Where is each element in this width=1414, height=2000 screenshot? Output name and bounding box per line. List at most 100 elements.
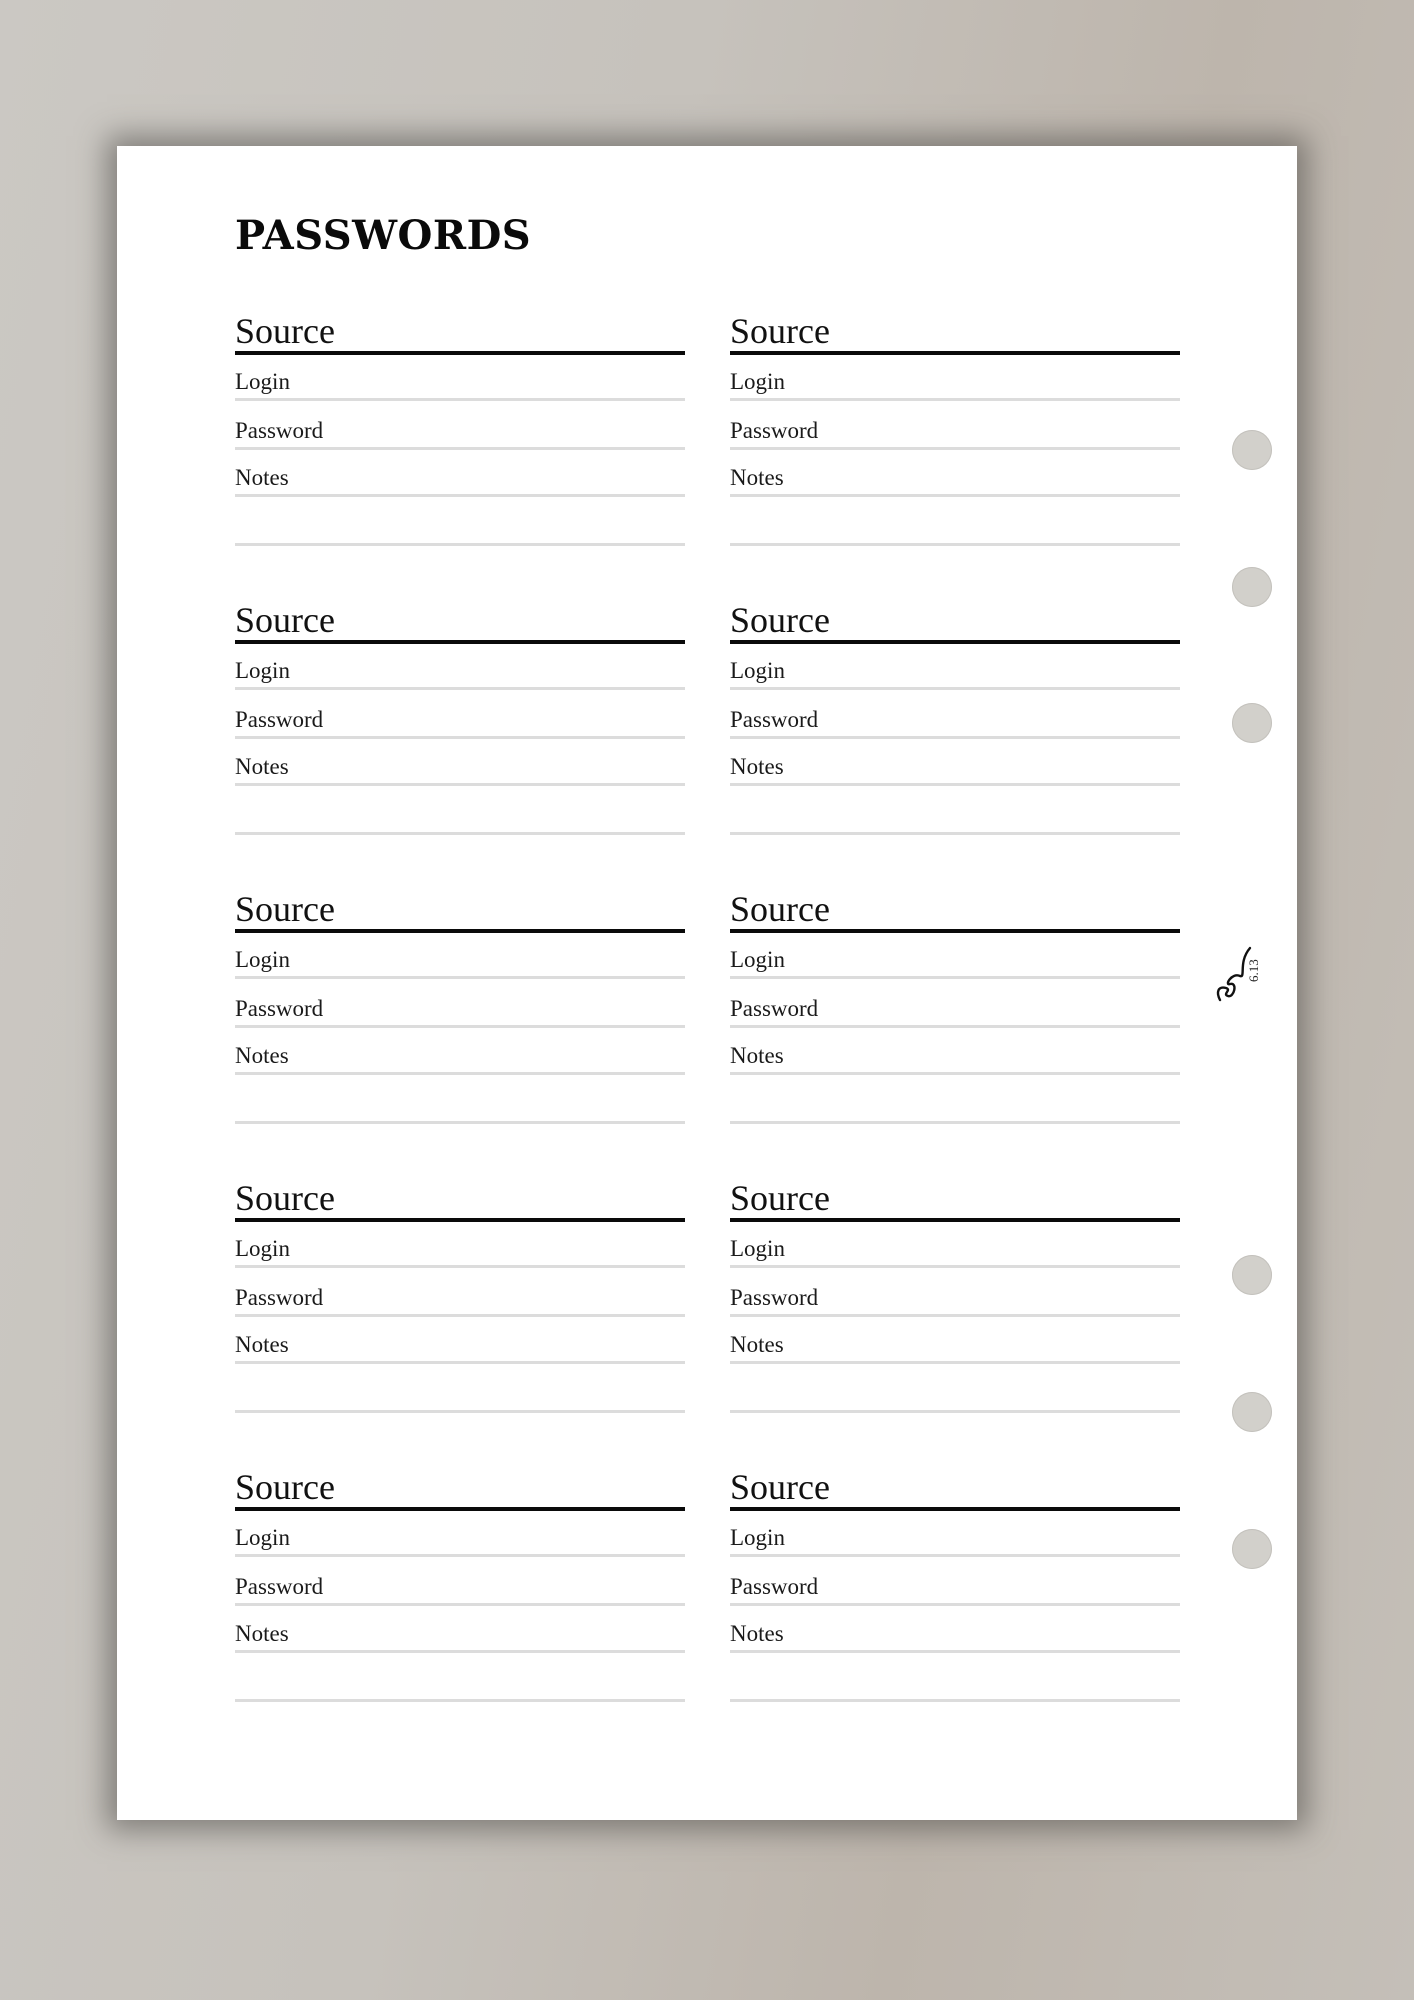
source-rule bbox=[235, 1507, 685, 1511]
field-label: Notes bbox=[730, 1621, 784, 1646]
binder-hole-icon bbox=[1232, 1255, 1272, 1295]
binder-hole-icon bbox=[1232, 1529, 1272, 1569]
field-line-notes[interactable]: Notes bbox=[235, 466, 685, 497]
field-label: Notes bbox=[235, 1332, 289, 1357]
field-line-password[interactable]: Password bbox=[235, 419, 685, 450]
password-entry: Source Login Password Notes bbox=[235, 891, 685, 1131]
field-label: Notes bbox=[235, 754, 289, 779]
field-line-notes[interactable]: Notes bbox=[235, 1622, 685, 1653]
field-line-password[interactable]: Password bbox=[730, 1286, 1180, 1317]
password-entry: Source Login Password Notes bbox=[235, 1180, 685, 1420]
password-entry: Source Login Password Notes bbox=[730, 891, 1180, 1131]
field-line-password[interactable]: Password bbox=[730, 419, 1180, 450]
field-label: Login bbox=[730, 1236, 785, 1261]
field-label: Password bbox=[730, 1574, 819, 1599]
field-label: Login bbox=[730, 947, 785, 972]
page-title: PASSWORDS bbox=[235, 212, 532, 259]
binder-hole-icon bbox=[1232, 703, 1272, 743]
field-line-notes[interactable]: Notes bbox=[235, 1333, 685, 1364]
field-label: Login bbox=[235, 1525, 290, 1550]
source-label: Source bbox=[235, 889, 335, 929]
field-line-login[interactable]: Login bbox=[235, 1526, 685, 1557]
field-line-notes[interactable]: Notes bbox=[235, 1044, 685, 1075]
field-label: Login bbox=[730, 369, 785, 394]
password-entry: Source Login Password Notes bbox=[235, 602, 685, 842]
source-label: Source bbox=[235, 311, 335, 351]
field-line-notes[interactable]: Notes bbox=[730, 1333, 1180, 1364]
field-line-notes[interactable]: Notes bbox=[235, 755, 685, 786]
field-line-blank[interactable] bbox=[730, 1410, 1180, 1413]
field-line-blank[interactable] bbox=[730, 1699, 1180, 1702]
field-line-password[interactable]: Password bbox=[235, 1286, 685, 1317]
source-rule bbox=[730, 351, 1180, 355]
source-rule bbox=[235, 1218, 685, 1222]
field-label: Password bbox=[235, 707, 324, 732]
binder-hole-icon bbox=[1232, 567, 1272, 607]
field-line-login[interactable]: Login bbox=[730, 948, 1180, 979]
source-rule bbox=[730, 1507, 1180, 1511]
password-entry: Source Login Password Notes bbox=[730, 602, 1180, 842]
field-label: Login bbox=[235, 1236, 290, 1261]
field-line-password[interactable]: Password bbox=[235, 1575, 685, 1606]
field-line-blank[interactable] bbox=[235, 543, 685, 546]
field-label: Password bbox=[235, 1574, 324, 1599]
field-line-login[interactable]: Login bbox=[235, 659, 685, 690]
field-label: Password bbox=[730, 418, 819, 443]
binder-hole-icon bbox=[1232, 430, 1272, 470]
field-line-blank[interactable] bbox=[235, 1410, 685, 1413]
field-line-password[interactable]: Password bbox=[730, 997, 1180, 1028]
field-line-login[interactable]: Login bbox=[730, 370, 1180, 401]
password-entry: Source Login Password Notes bbox=[730, 1469, 1180, 1709]
field-line-blank[interactable] bbox=[730, 1121, 1180, 1124]
source-rule bbox=[235, 929, 685, 933]
field-line-notes[interactable]: Notes bbox=[730, 1622, 1180, 1653]
field-label: Password bbox=[235, 418, 324, 443]
field-label: Password bbox=[730, 707, 819, 732]
field-line-login[interactable]: Login bbox=[235, 948, 685, 979]
field-label: Notes bbox=[730, 465, 784, 490]
source-rule bbox=[235, 640, 685, 644]
password-entry: Source Login Password Notes bbox=[730, 1180, 1180, 1420]
field-label: Login bbox=[235, 658, 290, 683]
field-line-password[interactable]: Password bbox=[235, 708, 685, 739]
source-label: Source bbox=[235, 1178, 335, 1218]
field-line-login[interactable]: Login bbox=[235, 1237, 685, 1268]
field-line-blank[interactable] bbox=[235, 1699, 685, 1702]
field-line-password[interactable]: Password bbox=[730, 1575, 1180, 1606]
field-line-blank[interactable] bbox=[730, 832, 1180, 835]
field-line-login[interactable]: Login bbox=[730, 1526, 1180, 1557]
field-label: Notes bbox=[730, 1043, 784, 1068]
field-line-notes[interactable]: Notes bbox=[730, 755, 1180, 786]
field-label: Notes bbox=[235, 465, 289, 490]
source-label: Source bbox=[235, 600, 335, 640]
password-entry: Source Login Password Notes bbox=[235, 313, 685, 553]
field-label: Notes bbox=[730, 1332, 784, 1357]
field-label: Notes bbox=[730, 754, 784, 779]
source-label: Source bbox=[730, 600, 830, 640]
source-rule bbox=[235, 351, 685, 355]
field-line-login[interactable]: Login bbox=[730, 659, 1180, 690]
field-label: Password bbox=[730, 1285, 819, 1310]
field-line-blank[interactable] bbox=[730, 543, 1180, 546]
field-label: Password bbox=[235, 996, 324, 1021]
field-label: Login bbox=[235, 369, 290, 394]
field-line-login[interactable]: Login bbox=[235, 370, 685, 401]
field-line-blank[interactable] bbox=[235, 1121, 685, 1124]
source-label: Source bbox=[730, 1467, 830, 1507]
source-label: Source bbox=[730, 889, 830, 929]
field-label: Password bbox=[235, 1285, 324, 1310]
field-line-notes[interactable]: Notes bbox=[730, 1044, 1180, 1075]
field-label: Login bbox=[730, 658, 785, 683]
field-line-password[interactable]: Password bbox=[730, 708, 1180, 739]
field-line-password[interactable]: Password bbox=[235, 997, 685, 1028]
field-label: Notes bbox=[235, 1621, 289, 1646]
signature-m-icon: 6.13 bbox=[1212, 942, 1282, 1002]
field-line-blank[interactable] bbox=[235, 832, 685, 835]
planner-page: PASSWORDS Source Login Password Notes Source… bbox=[117, 146, 1297, 1820]
binder-hole-icon bbox=[1232, 1392, 1272, 1432]
field-line-login[interactable]: Login bbox=[730, 1237, 1180, 1268]
field-line-notes[interactable]: Notes bbox=[730, 466, 1180, 497]
field-label: Notes bbox=[235, 1043, 289, 1068]
source-rule bbox=[730, 929, 1180, 933]
field-label: Login bbox=[730, 1525, 785, 1550]
